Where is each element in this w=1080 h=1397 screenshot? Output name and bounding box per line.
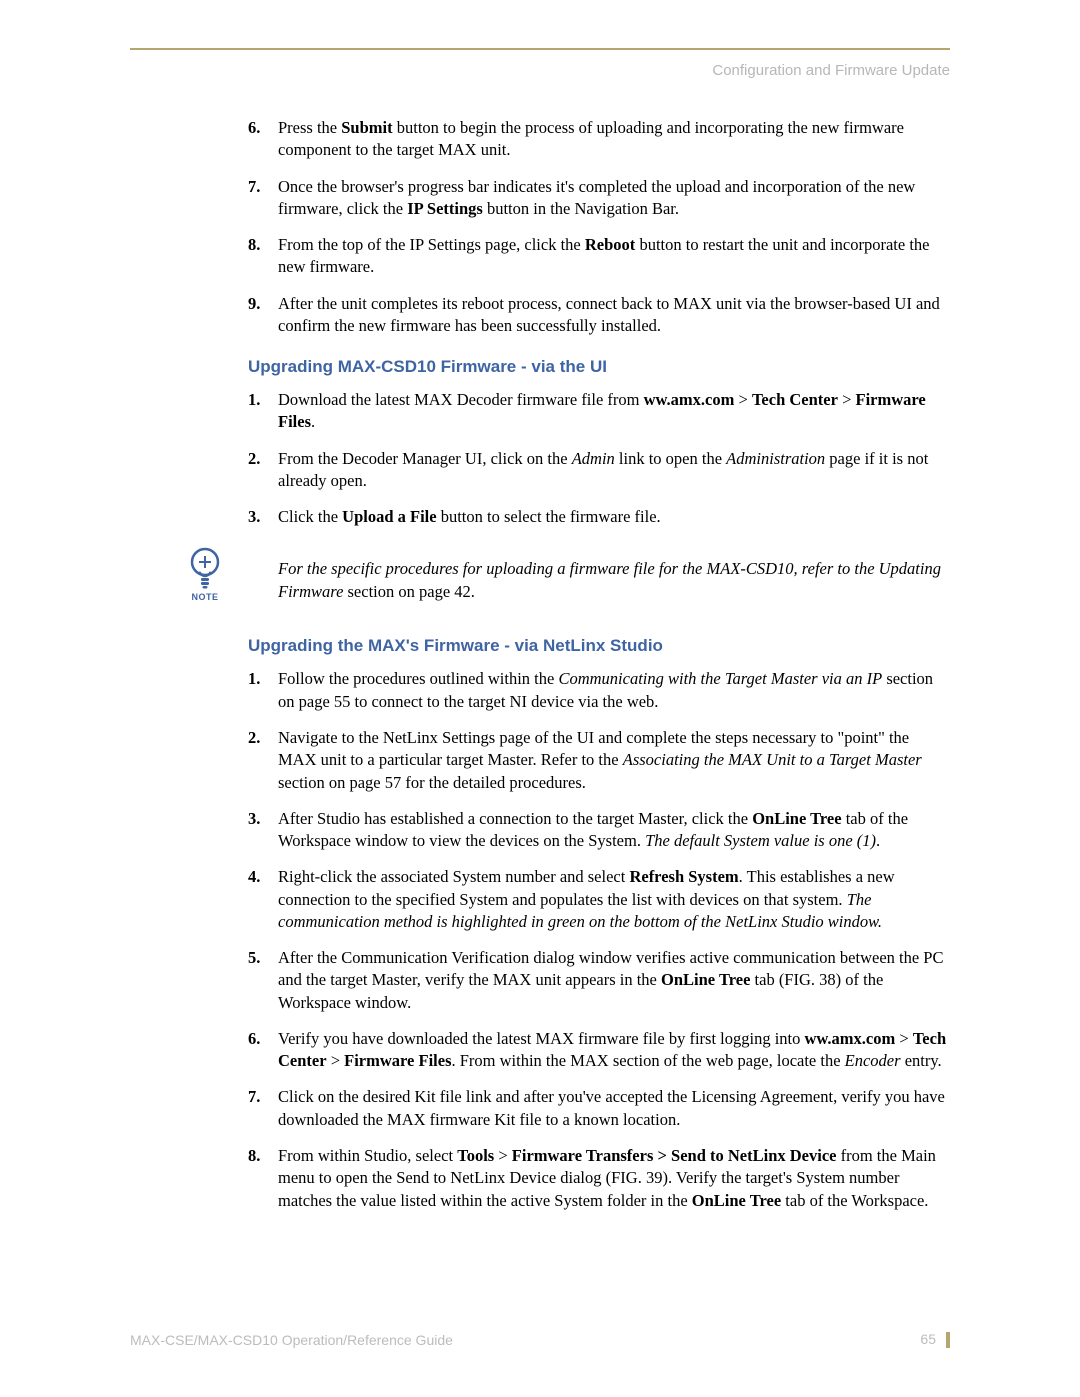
list-item-number: 1. [248, 389, 260, 411]
list-item: 6. Press the Submit button to begin the p… [248, 117, 950, 162]
list-item: 3. After Studio has established a connect… [248, 808, 950, 853]
list-item: 4. Right-click the associated System numb… [248, 866, 950, 933]
list-item-text: Click the Upload a File button to select… [278, 507, 661, 526]
list-item: 1. Follow the procedures outlined within … [248, 668, 950, 713]
list-item-number: 7. [248, 1086, 260, 1108]
footer-title: MAX-CSE/MAX-CSD10 Operation/Reference Gu… [130, 1332, 453, 1348]
list-item-number: 3. [248, 808, 260, 830]
note-block: NOTE For the specific procedures for upl… [182, 546, 950, 616]
ordered-list-a: 6. Press the Submit button to begin the p… [248, 117, 950, 337]
list-item: 7. Click on the desired Kit file link and… [248, 1086, 950, 1131]
page: Configuration and Firmware Update 6. Pres… [0, 0, 1080, 1397]
list-item-text: After Studio has established a connectio… [278, 809, 908, 850]
list-item-text: Once the browser's progress bar indicate… [278, 177, 915, 218]
header-rule [130, 48, 950, 50]
list-item-text: Follow the procedures outlined within th… [278, 669, 933, 710]
list-item-text: From within Studio, select Tools > Firmw… [278, 1146, 936, 1210]
section-heading-b: Upgrading MAX-CSD10 Firmware - via the U… [248, 357, 950, 377]
note-icon: NOTE [182, 546, 228, 602]
list-item-text: Right-click the associated System number… [278, 867, 895, 931]
list-item: 8. From the top of the IP Settings page, … [248, 234, 950, 279]
list-item-number: 8. [248, 1145, 260, 1167]
ordered-list-c: 1. Follow the procedures outlined within … [248, 668, 950, 1211]
ordered-list-b: 1. Download the latest MAX Decoder firmwa… [248, 389, 950, 528]
list-item: 7. Once the browser's progress bar indica… [248, 176, 950, 221]
list-item-number: 1. [248, 668, 260, 690]
list-item-number: 2. [248, 448, 260, 470]
list-item-text: From the Decoder Manager UI, click on th… [278, 449, 928, 490]
content-area: 6. Press the Submit button to begin the p… [130, 117, 950, 1212]
list-item: 8. From within Studio, select Tools > Fir… [248, 1145, 950, 1212]
list-item: 5. After the Communication Verification d… [248, 947, 950, 1014]
list-item-number: 8. [248, 234, 260, 256]
note-text: For the specific procedures for uploadin… [248, 546, 950, 603]
list-item-text: Press the Submit button to begin the pro… [278, 118, 904, 159]
list-item-number: 4. [248, 866, 260, 888]
list-item-number: 7. [248, 176, 260, 198]
list-item-number: 6. [248, 117, 260, 139]
footer-page-number: 65 [920, 1331, 942, 1347]
header-title: Configuration and Firmware Update [130, 62, 950, 79]
list-item: 3. Click the Upload a File button to sele… [248, 506, 950, 528]
list-item-text: Download the latest MAX Decoder firmware… [278, 390, 926, 431]
footer-page-wrap: 65 [920, 1331, 950, 1349]
list-item-text: Navigate to the NetLinx Settings page of… [278, 728, 922, 792]
list-item-number: 5. [248, 947, 260, 969]
section-heading-c: Upgrading the MAX's Firmware - via NetLi… [248, 636, 950, 656]
list-item-text: Click on the desired Kit file link and a… [278, 1087, 945, 1128]
note-label: NOTE [182, 592, 228, 602]
list-item-text: From the top of the IP Settings page, cl… [278, 235, 929, 276]
list-item-text: After the Communication Verification dia… [278, 948, 943, 1012]
list-item: 2. Navigate to the NetLinx Settings page … [248, 727, 950, 794]
list-item: 2. From the Decoder Manager UI, click on … [248, 448, 950, 493]
list-item-number: 3. [248, 506, 260, 528]
list-item: 1. Download the latest MAX Decoder firmwa… [248, 389, 950, 434]
list-item: 6. Verify you have downloaded the latest … [248, 1028, 950, 1073]
list-item: 9. After the unit completes its reboot pr… [248, 293, 950, 338]
list-item-number: 9. [248, 293, 260, 315]
list-item-text: After the unit completes its reboot proc… [278, 294, 940, 335]
footer: MAX-CSE/MAX-CSD10 Operation/Reference Gu… [130, 1331, 950, 1349]
footer-bar-icon [946, 1332, 950, 1348]
list-item-number: 6. [248, 1028, 260, 1050]
list-item-text: Verify you have downloaded the latest MA… [278, 1029, 946, 1070]
list-item-number: 2. [248, 727, 260, 749]
